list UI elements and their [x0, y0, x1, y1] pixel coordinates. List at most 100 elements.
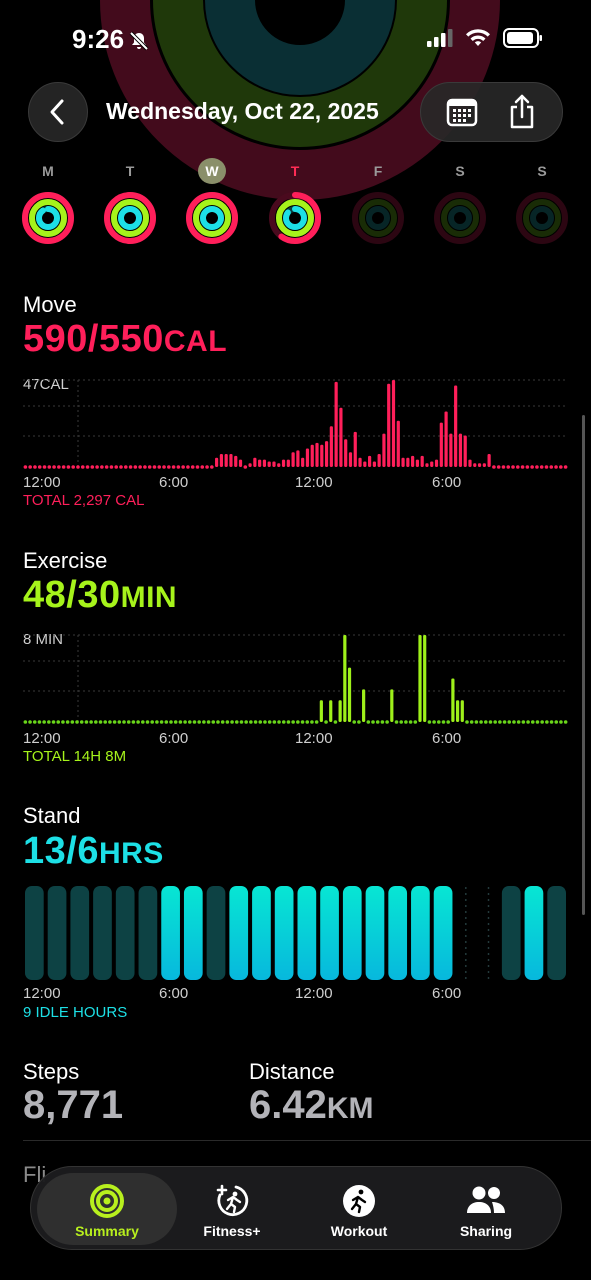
- bar-dot: [530, 720, 535, 724]
- ring-track: [366, 206, 390, 230]
- bar-dot: [549, 720, 554, 724]
- bar-dot: [535, 720, 540, 724]
- back-button[interactable]: [28, 82, 88, 142]
- week-day-1[interactable]: T: [100, 158, 160, 248]
- week-day-2[interactable]: W: [182, 158, 242, 248]
- bar-dot: [89, 720, 93, 724]
- bar: [344, 439, 348, 467]
- tab-sharing[interactable]: Sharing: [421, 1173, 551, 1245]
- stand-bar-active: [411, 886, 430, 980]
- bar: [277, 463, 281, 467]
- bar-dot: [554, 465, 558, 469]
- bar: [358, 457, 362, 467]
- bar: [248, 463, 252, 467]
- day-activity-rings: [269, 192, 321, 244]
- bar-dot: [206, 720, 211, 724]
- stand-bar-active: [433, 886, 453, 980]
- bar: [455, 700, 460, 722]
- scrollbar[interactable]: [582, 415, 585, 915]
- bar: [286, 459, 290, 467]
- bar-dot: [526, 720, 530, 724]
- stand-dot: [464, 977, 467, 979]
- ring-track: [448, 206, 472, 230]
- bar-dot: [314, 720, 319, 724]
- stand-dot: [464, 959, 467, 961]
- bar-dot: [366, 720, 371, 724]
- ring-progress: [36, 206, 60, 230]
- bar: [382, 433, 386, 467]
- bar-dot: [540, 720, 544, 724]
- stand-tick-3: 6:00: [432, 985, 462, 1002]
- stand-bar-idle: [25, 886, 44, 980]
- bar-dot: [324, 720, 328, 724]
- bar-dot: [394, 720, 399, 724]
- bar-dot: [167, 465, 171, 469]
- bar: [477, 463, 482, 467]
- stand-dot: [464, 911, 467, 913]
- week-day-3[interactable]: T: [265, 158, 325, 248]
- week-day-letter: S: [455, 163, 465, 179]
- bar-dot: [103, 720, 108, 724]
- bar-dot: [119, 465, 123, 469]
- bar-dot: [234, 720, 239, 724]
- stand-bar-active: [183, 886, 203, 980]
- bar-dot: [122, 720, 126, 724]
- bar-dot: [230, 720, 234, 724]
- ring-progress: [283, 206, 307, 230]
- stand-dot: [487, 947, 490, 949]
- week-day-4[interactable]: F: [348, 158, 408, 248]
- bar: [425, 463, 429, 467]
- bar-dot: [300, 720, 305, 724]
- tab-summary-label: Summary: [75, 1223, 139, 1239]
- bar: [238, 459, 243, 467]
- tab-fitness-plus-label: Fitness+: [203, 1223, 261, 1239]
- stand-dot: [487, 971, 490, 973]
- move-value-number: 590/550: [23, 318, 164, 360]
- distance-value-unit: KM: [326, 1092, 374, 1125]
- exercise-chart-svg: [23, 634, 568, 724]
- stand-chart: [23, 884, 568, 982]
- bar-dot: [42, 720, 46, 724]
- ring-progress: [200, 206, 224, 230]
- bar: [460, 700, 464, 722]
- bar-dot: [277, 720, 281, 724]
- exercise-tick-3: 6:00: [432, 730, 462, 747]
- bar-dot: [216, 720, 220, 724]
- week-day-0[interactable]: M: [18, 158, 78, 248]
- stand-dot: [487, 893, 490, 895]
- calendar-icon[interactable]: [446, 97, 478, 127]
- tab-workout[interactable]: Workout: [294, 1173, 424, 1245]
- stand-dot: [464, 923, 467, 925]
- week-day-6[interactable]: S: [512, 158, 572, 248]
- bar: [348, 452, 353, 467]
- bar-dot: [530, 465, 534, 469]
- stand-tick-2: 12:00: [295, 985, 333, 1002]
- stand-dot: [464, 971, 467, 973]
- stand-dot: [464, 905, 467, 907]
- stand-chart-svg: [25, 886, 566, 980]
- day-activity-rings: [186, 192, 238, 244]
- bar-dot: [474, 720, 479, 724]
- bar: [301, 457, 305, 467]
- bar: [439, 422, 443, 467]
- bar-dot: [80, 465, 85, 469]
- tab-sharing-label: Sharing: [459, 1223, 513, 1239]
- navigation-bar: Wednesday, Oct 22, 2025: [0, 80, 591, 144]
- bar: [219, 454, 223, 467]
- bar-dot: [162, 465, 166, 469]
- exercise-chart: [23, 627, 568, 727]
- bar-dot: [210, 465, 214, 469]
- share-icon[interactable]: [507, 94, 537, 130]
- move-chart-svg: [23, 379, 568, 469]
- bar-dot: [152, 465, 157, 469]
- week-rings-strip: MTWTFSS: [0, 158, 591, 248]
- week-day-5[interactable]: S: [430, 158, 490, 248]
- tab-fitness-plus[interactable]: Fitness+: [167, 1173, 297, 1245]
- stand-dot: [464, 947, 467, 949]
- bar-dot: [563, 720, 568, 724]
- stand-bar-idle: [547, 886, 566, 980]
- wifi-icon: [466, 29, 490, 46]
- tab-summary[interactable]: Summary: [37, 1173, 177, 1245]
- bar: [377, 454, 381, 467]
- bar: [401, 457, 405, 467]
